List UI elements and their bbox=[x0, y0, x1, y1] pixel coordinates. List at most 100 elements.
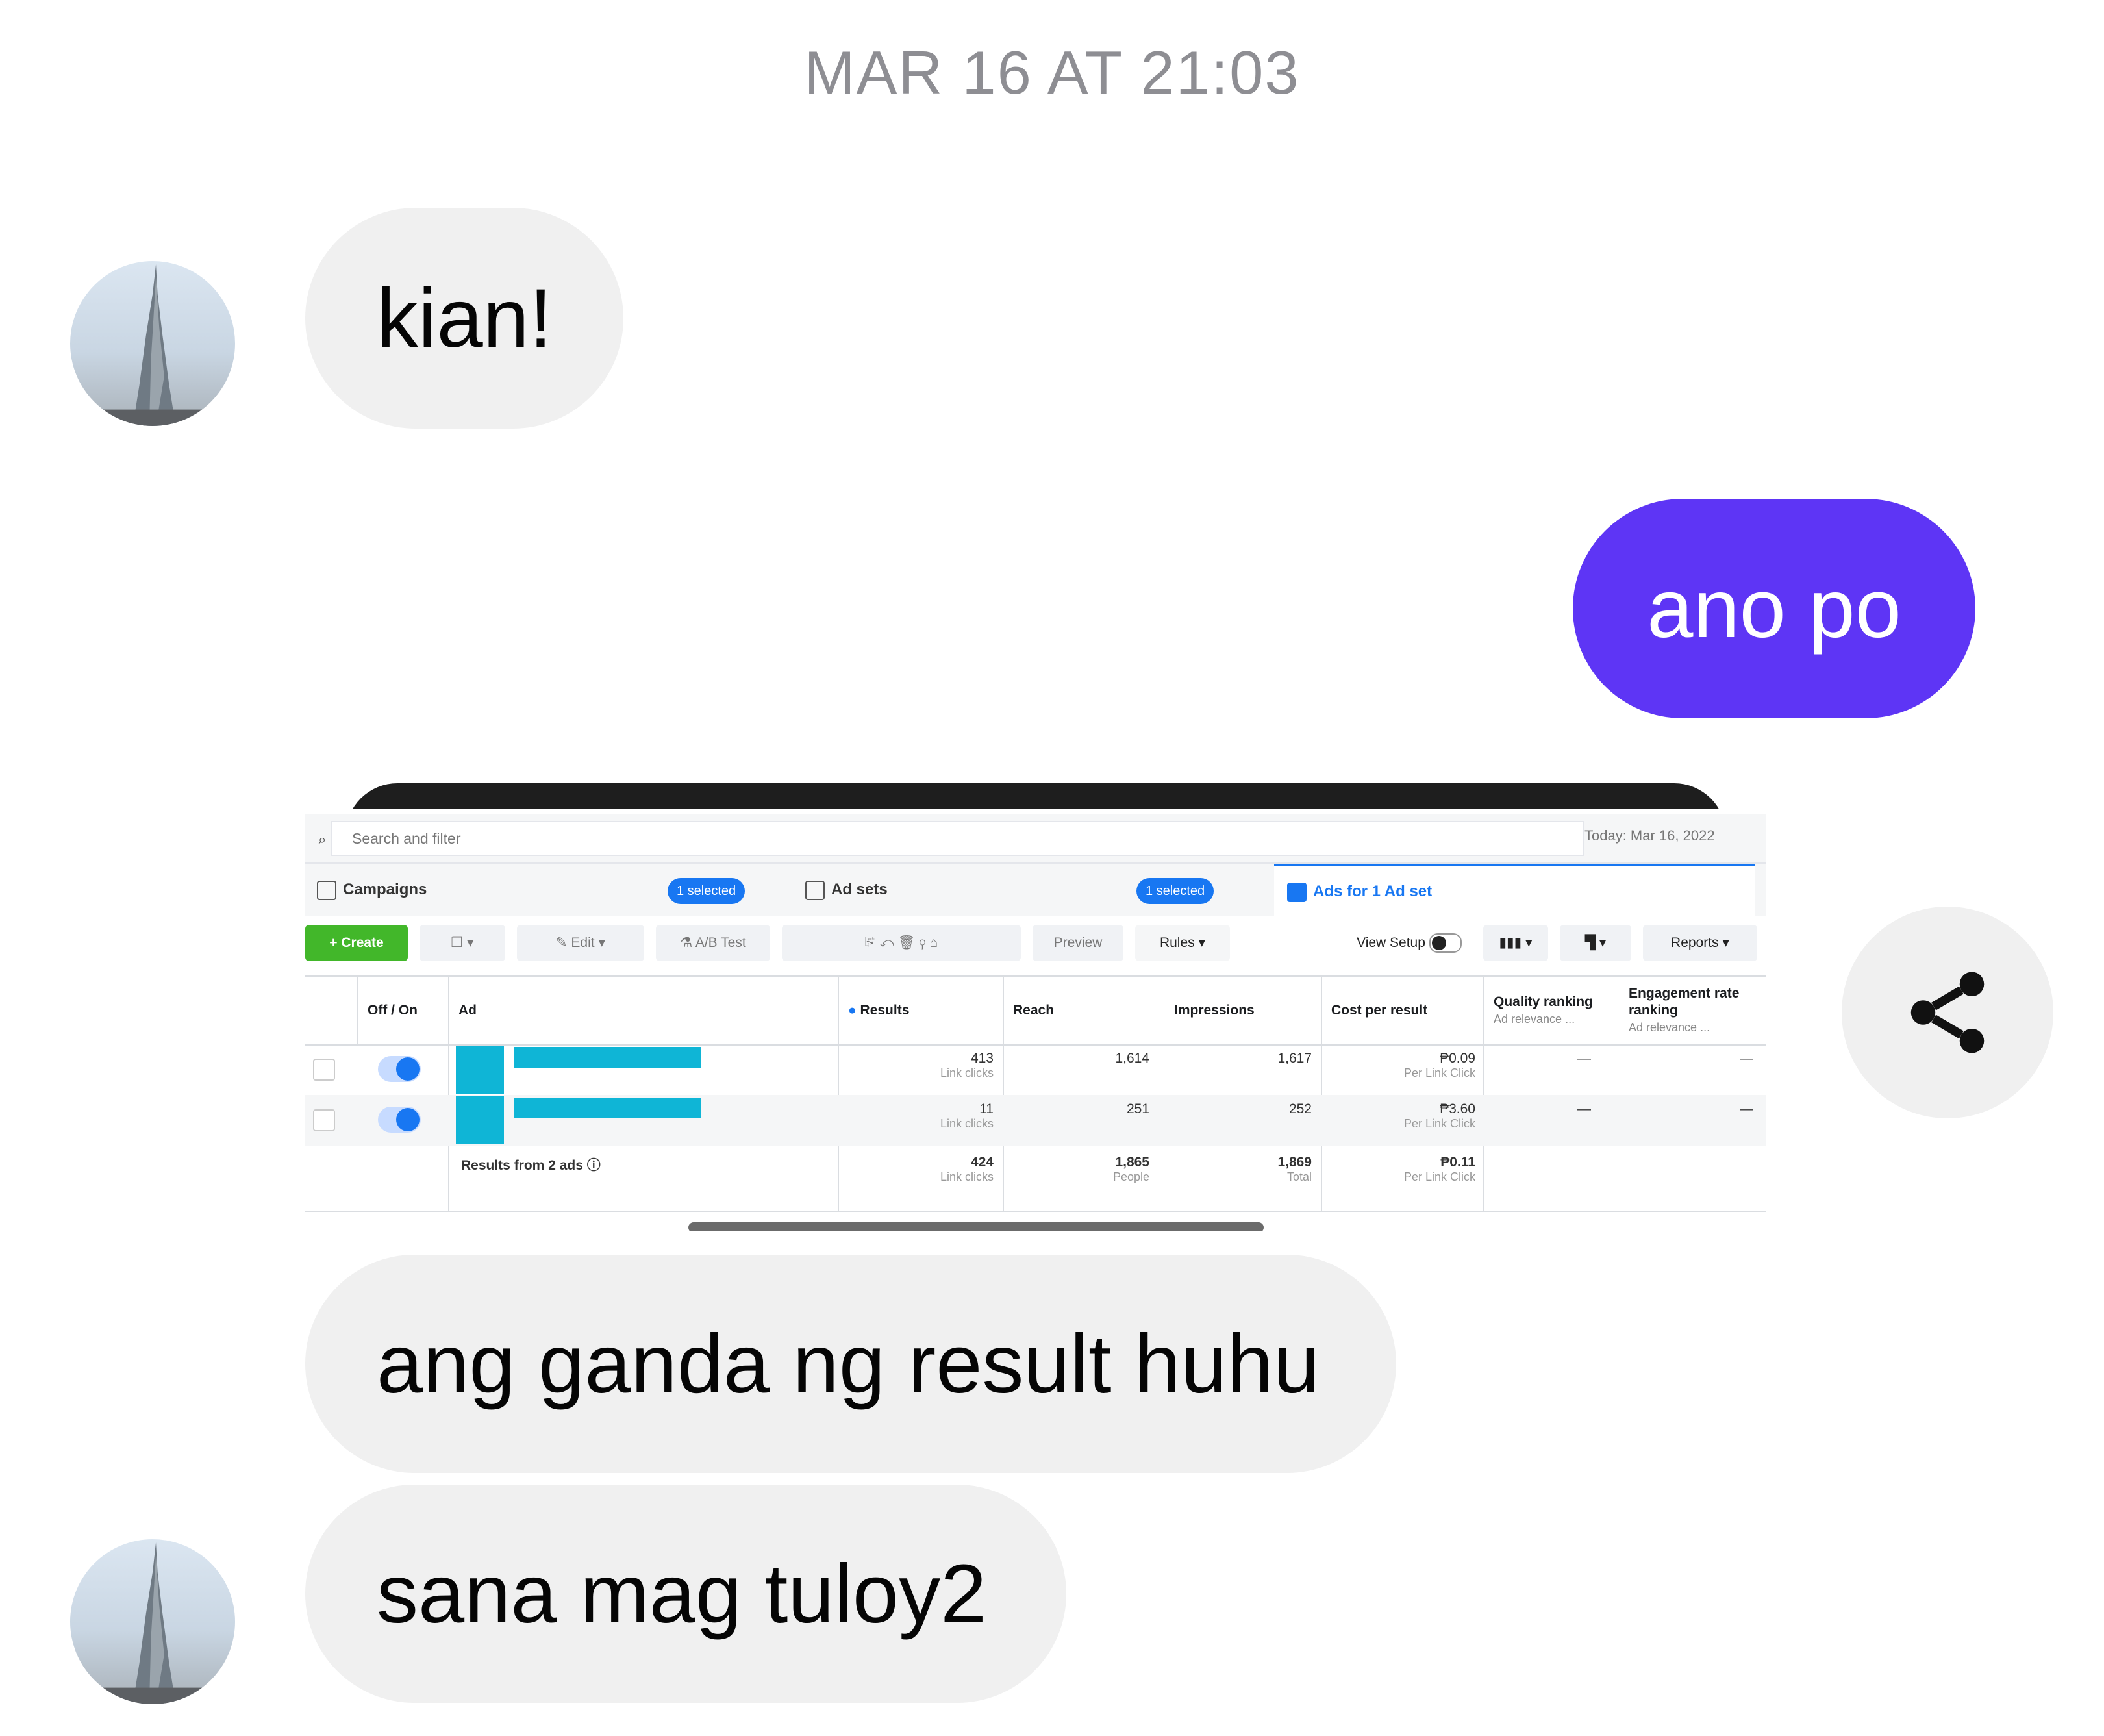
redacted-thumbnail bbox=[456, 1096, 504, 1144]
col-engagement-ranking: Engagement rate ranking Ad relevance ... bbox=[1620, 977, 1766, 1044]
message-timestamp: MAR 16 AT 21:03 bbox=[804, 38, 1300, 107]
col-off-on: Off / On bbox=[357, 977, 448, 1044]
edit-label: Edit bbox=[571, 935, 595, 950]
message-bubble-incoming[interactable]: kian! bbox=[305, 208, 623, 429]
shared-screenshot-image[interactable]: ⌕ Search and filter Today: Mar 16, 2022 … bbox=[305, 783, 1766, 1231]
message-text: sana mag tuloy2 bbox=[377, 1547, 987, 1641]
table-row: 413 Link clicks 1,614 1,617 ₱0.09 Per Link… bbox=[305, 1044, 1766, 1095]
tab-label: Ads for 1 Ad set bbox=[1313, 883, 1433, 900]
cell-impressions: 1,617 bbox=[1277, 1051, 1312, 1066]
col-impressions: Impressions bbox=[1174, 1003, 1255, 1018]
level-tabs: Campaigns 1 selected Ad sets 1 selected … bbox=[305, 864, 1766, 916]
row-checkbox bbox=[313, 1059, 335, 1081]
view-setup-label: View Setup bbox=[1357, 935, 1425, 950]
col-results: ● Results bbox=[838, 977, 1003, 1044]
tower-photo-icon bbox=[70, 1542, 235, 1704]
cost-value: ₱3.60 bbox=[1440, 1101, 1475, 1116]
col-quality-ranking: Quality ranking Ad relevance ... bbox=[1483, 977, 1620, 1044]
row-checkbox bbox=[313, 1109, 335, 1131]
view-setup: View Setup bbox=[1344, 925, 1474, 961]
contact-avatar[interactable] bbox=[70, 1539, 235, 1704]
create-button: + Create bbox=[305, 925, 408, 961]
action-icons-group: ⎘ ↶ 🗑 ⚲ ⌂ bbox=[782, 925, 1021, 961]
reports-label: Reports bbox=[1671, 935, 1719, 950]
total-results: 424 Link clicks bbox=[864, 1155, 994, 1184]
rules-button: Rules ▾ bbox=[1135, 925, 1230, 961]
total-impressions: 1,869 Total bbox=[1175, 1155, 1312, 1184]
results-value: 413 bbox=[970, 1051, 994, 1066]
col-engagement-sub: Ad relevance ... bbox=[1629, 1021, 1710, 1034]
ads-manager-view: ⌕ Search and filter Today: Mar 16, 2022 … bbox=[305, 809, 1766, 1212]
totals-label-text: Results from 2 ads bbox=[461, 1158, 583, 1173]
share-icon bbox=[1910, 972, 1985, 1053]
totals-label: Results from 2 ads ⓘ bbox=[461, 1155, 825, 1174]
tab-adsets: Ad sets 1 selected bbox=[805, 864, 1266, 916]
tab-campaigns: Campaigns 1 selected bbox=[317, 864, 797, 916]
col-reach: Reach bbox=[1003, 977, 1165, 1044]
tab-ads: Ads for 1 Ad set bbox=[1274, 864, 1755, 916]
cost-sub: Per Link Click bbox=[1403, 1066, 1475, 1079]
ad-toggle bbox=[378, 1107, 421, 1133]
total-reach-value: 1,865 bbox=[1115, 1155, 1149, 1170]
horizontal-scrollbar bbox=[688, 1222, 1264, 1231]
message-text: ano po bbox=[1647, 562, 1901, 655]
ad-toggle bbox=[378, 1056, 421, 1082]
select-all-checkbox bbox=[305, 977, 357, 1044]
edit-button: ✎ Edit ▾ bbox=[517, 925, 644, 961]
message-bubble-outgoing[interactable]: ano po bbox=[1573, 499, 1975, 718]
total-cost: ₱0.11 Per Link Click bbox=[1331, 1155, 1475, 1184]
share-button[interactable] bbox=[1842, 907, 2053, 1118]
cell-results: 413 Link clicks bbox=[864, 1051, 994, 1080]
cost-value: ₱0.09 bbox=[1440, 1051, 1475, 1066]
contact-avatar[interactable] bbox=[70, 261, 235, 426]
search-icon: ⌕ bbox=[318, 831, 327, 848]
search-input: Search and filter bbox=[331, 821, 1584, 856]
totals-row: Results from 2 ads ⓘ 424 Link clicks 1,86… bbox=[305, 1148, 1766, 1212]
cell-cost: ₱0.09 Per Link Click bbox=[1331, 1051, 1475, 1080]
cell-results: 11 Link clicks bbox=[864, 1101, 994, 1131]
col-engagement-label: Engagement rate ranking bbox=[1629, 986, 1740, 1018]
total-impressions-sub: Total bbox=[1286, 1170, 1312, 1183]
cell-impressions: 252 bbox=[1288, 1101, 1312, 1116]
cell-reach: 251 bbox=[1126, 1101, 1149, 1116]
duplicate-button: ❐ ▾ bbox=[420, 925, 505, 961]
total-reach: 1,865 People bbox=[1020, 1155, 1149, 1184]
ab-test-label: A/B Test bbox=[695, 935, 746, 950]
rules-label: Rules bbox=[1159, 935, 1195, 950]
tab-label: Ad sets bbox=[831, 881, 888, 898]
selected-badge: 1 selected bbox=[1136, 878, 1214, 904]
cost-sub: Per Link Click bbox=[1403, 1117, 1475, 1130]
breakdown-button: ▜ ▾ bbox=[1560, 925, 1631, 961]
table-row: 11 Link clicks 251 252 ₱3.60 Per Link Clic… bbox=[305, 1095, 1766, 1146]
campaigns-icon bbox=[317, 880, 336, 900]
total-reach-sub: People bbox=[1112, 1170, 1149, 1183]
redacted-ad-name bbox=[514, 1047, 701, 1068]
results-value: 11 bbox=[979, 1101, 994, 1116]
search-bar: ⌕ Search and filter Today: Mar 16, 2022 bbox=[305, 814, 1766, 864]
ab-test-button: ⚗ A/B Test bbox=[656, 925, 770, 961]
total-results-sub: Link clicks bbox=[940, 1170, 994, 1183]
info-icon: ● bbox=[848, 1003, 860, 1018]
adsets-icon bbox=[805, 880, 825, 900]
cell-reach: 1,614 bbox=[1115, 1051, 1149, 1066]
date-selector: Today: Mar 16, 2022 bbox=[1584, 827, 1715, 844]
col-quality-label: Quality ranking bbox=[1494, 994, 1593, 1009]
message-text: ang ganda ng result huhu bbox=[377, 1317, 1320, 1411]
col-quality-sub: Ad relevance ... bbox=[1494, 1013, 1575, 1025]
redacted-thumbnail bbox=[456, 1046, 504, 1094]
total-impressions-value: 1,869 bbox=[1277, 1155, 1312, 1170]
col-ad: Ad bbox=[448, 977, 838, 1044]
message-bubble-incoming[interactable]: ang ganda ng result huhu bbox=[305, 1255, 1396, 1473]
col-results-label: Results bbox=[860, 1003, 910, 1018]
reports-button: Reports ▾ bbox=[1643, 925, 1757, 961]
message-bubble-incoming[interactable]: sana mag tuloy2 bbox=[305, 1485, 1066, 1703]
tower-photo-icon bbox=[70, 264, 235, 426]
selected-badge: 1 selected bbox=[668, 878, 745, 904]
view-setup-toggle bbox=[1429, 933, 1462, 953]
cell-quality: — bbox=[1577, 1101, 1591, 1116]
columns-button: ▮▮▮ ▾ bbox=[1483, 925, 1548, 961]
total-cost-sub: Per Link Click bbox=[1403, 1170, 1475, 1183]
results-sub: Link clicks bbox=[940, 1066, 994, 1079]
info-icon: ⓘ bbox=[586, 1158, 601, 1173]
total-cost-value: ₱0.11 bbox=[1440, 1155, 1475, 1170]
